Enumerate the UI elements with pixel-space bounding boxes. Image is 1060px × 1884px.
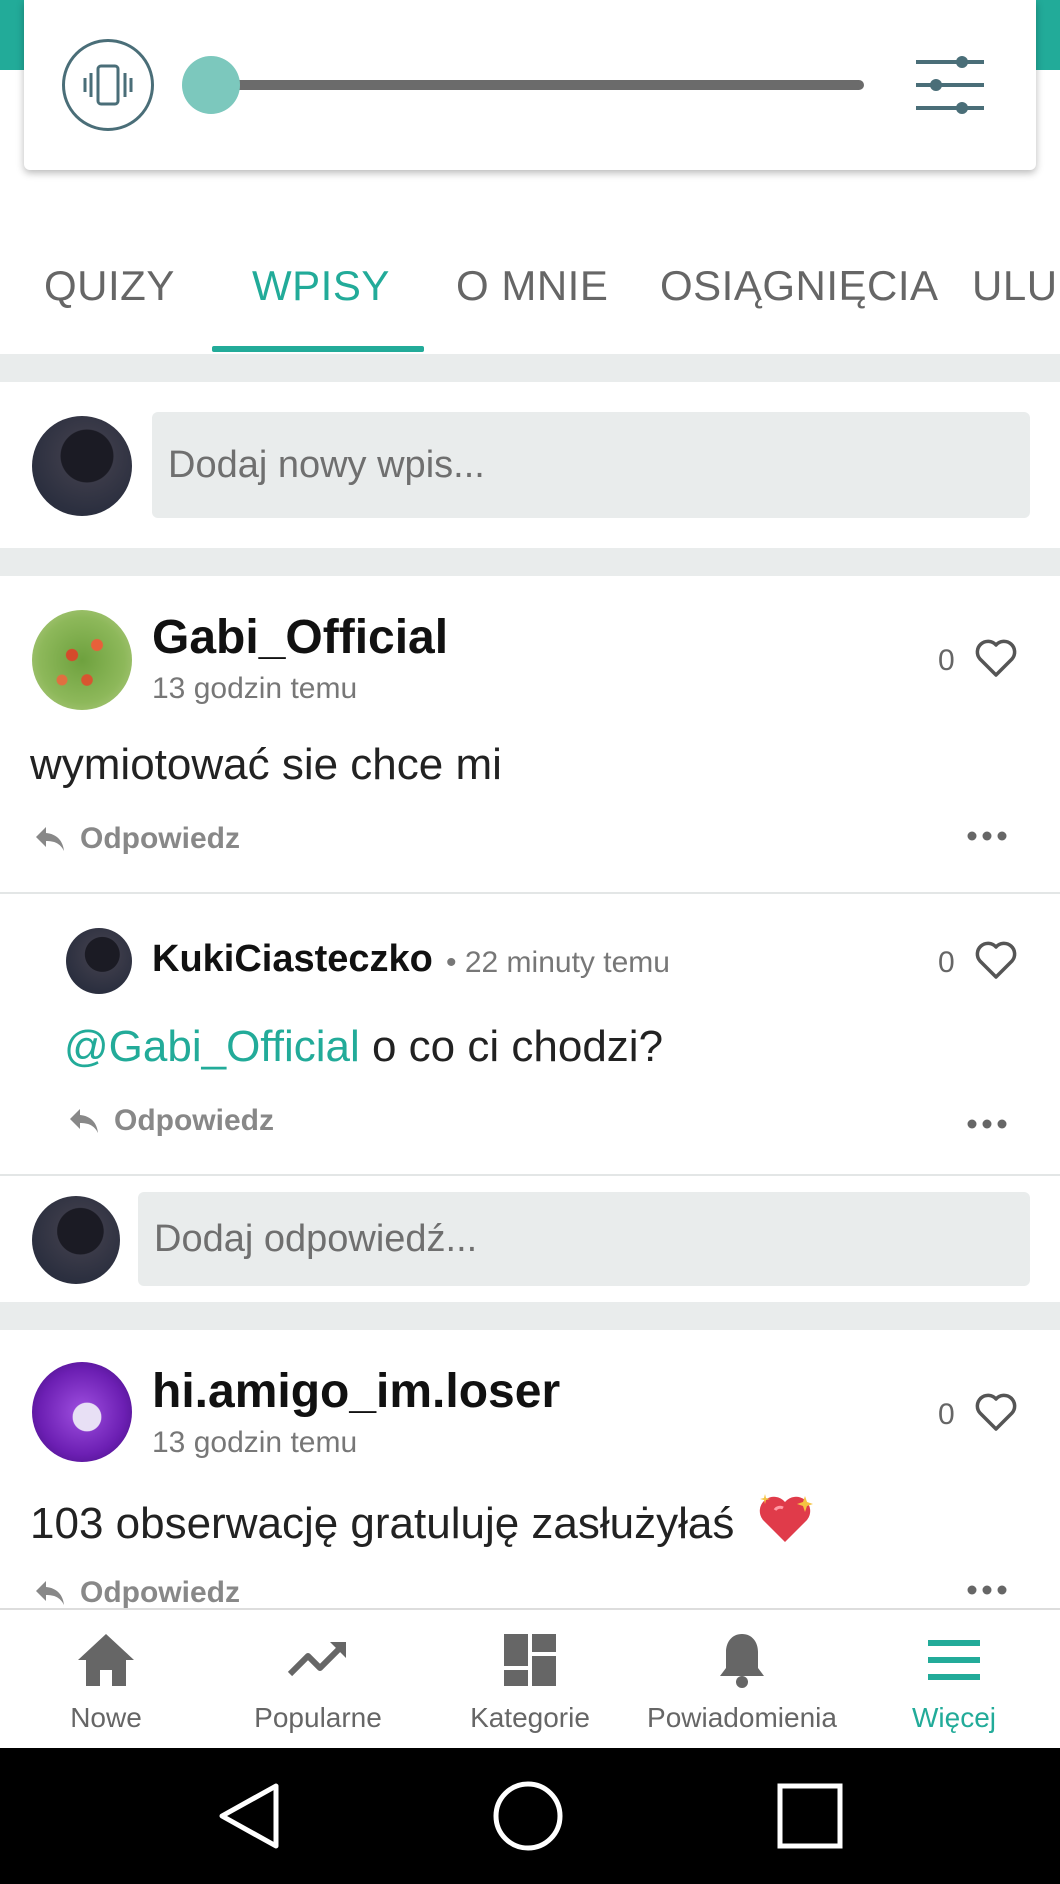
- tab-ulubione[interactable]: ULUI: [972, 262, 1060, 310]
- post-time: 13 godzin temu: [152, 672, 358, 705]
- back-icon[interactable]: [212, 1778, 288, 1854]
- volume-slider-track[interactable]: [214, 80, 864, 90]
- bell-icon: [720, 1634, 764, 1688]
- like-count: 0: [938, 946, 955, 979]
- like-count: 0: [938, 644, 955, 677]
- reply-label: Odpowiedz: [80, 1576, 240, 1608]
- heart-icon[interactable]: [974, 638, 1018, 678]
- heart-icon[interactable]: [974, 940, 1018, 980]
- reply-text: @Gabi_Official o co ci chodzi?: [64, 1022, 663, 1072]
- vibrate-icon: [83, 64, 133, 106]
- reply-card: KukiCiasteczko • 22 minuty temu 0 @Gabi_…: [0, 894, 1060, 1174]
- trending-icon: [287, 1642, 346, 1677]
- reply-icon: [36, 827, 64, 851]
- reply-button[interactable]: Odpowiedz: [68, 1104, 274, 1138]
- post-text: wymiotować sie chce mi: [30, 740, 502, 789]
- nav-label: Nowe: [70, 1702, 142, 1733]
- nav-label: Kategorie: [470, 1702, 590, 1733]
- dashboard-icon: [504, 1634, 556, 1686]
- nav-label: Popularne: [254, 1702, 382, 1733]
- tab-osiagniecia[interactable]: OSIĄGNIĘCIA: [660, 262, 939, 310]
- section-separator: [0, 354, 1060, 382]
- avatar[interactable]: [32, 416, 132, 516]
- avatar[interactable]: [32, 1196, 120, 1284]
- reply-label: Odpowiedz: [80, 822, 240, 855]
- volume-panel: [24, 0, 1036, 170]
- post-time: 13 godzin temu: [152, 1426, 358, 1459]
- profile-tabs: QUIZY WPISY O MNIE OSIĄGNIĘCIA ULUI: [0, 240, 1060, 354]
- more-options-icon[interactable]: [966, 1118, 1008, 1130]
- mention-link[interactable]: @Gabi_Official: [64, 1022, 360, 1071]
- tab-o-mnie[interactable]: O MNIE: [456, 262, 608, 310]
- home-icon: [78, 1634, 134, 1686]
- reply-time: • 22 minuty temu: [446, 946, 670, 979]
- reply-icon: [70, 1109, 98, 1133]
- reply-button[interactable]: Odpowiedz: [34, 822, 240, 856]
- recent-apps-icon[interactable]: [772, 1778, 848, 1854]
- section-separator: [0, 548, 1060, 576]
- section-separator: [0, 1302, 1060, 1330]
- volume-slider-thumb[interactable]: [182, 56, 240, 114]
- avatar[interactable]: [32, 610, 132, 710]
- post-username[interactable]: hi.amigo_im.loser: [152, 1364, 560, 1419]
- post-username[interactable]: Gabi_Official: [152, 610, 448, 665]
- reply-button[interactable]: Odpowiedz: [34, 1576, 240, 1608]
- system-navigation-bar: [0, 1748, 1060, 1884]
- vibrate-button[interactable]: [62, 39, 154, 131]
- equalizer-settings-icon[interactable]: [914, 52, 986, 118]
- new-post-input[interactable]: Dodaj nowy wpis...: [152, 412, 1030, 518]
- heart-icon[interactable]: [974, 1392, 1018, 1432]
- post-text: 103 obserwację gratuluję zasłużyłaś: [30, 1492, 815, 1549]
- reply-icon: [36, 1581, 64, 1605]
- post-card: hi.amigo_im.loser 13 godzin temu 0 103 o…: [0, 1330, 1060, 1608]
- nav-wiecej[interactable]: Więcej: [848, 1610, 1060, 1750]
- avatar[interactable]: [32, 1362, 132, 1462]
- sparkling-heart-icon: [759, 1494, 813, 1542]
- nav-label: Powiadomienia: [647, 1702, 837, 1733]
- avatar[interactable]: [66, 928, 132, 994]
- new-post-placeholder: Dodaj nowy wpis...: [168, 443, 485, 486]
- menu-icon: [928, 1640, 980, 1680]
- nav-powiadomienia[interactable]: Powiadomienia: [636, 1610, 848, 1750]
- reply-input[interactable]: Dodaj odpowiedź...: [138, 1192, 1030, 1286]
- nav-kategorie[interactable]: Kategorie: [424, 1610, 636, 1750]
- post-card: Gabi_Official 13 godzin temu 0 wymiotowa…: [0, 576, 1060, 892]
- active-tab-indicator: [212, 346, 424, 352]
- like-count: 0: [938, 1398, 955, 1431]
- home-circle-icon[interactable]: [490, 1778, 566, 1854]
- tab-quizy[interactable]: QUIZY: [44, 262, 175, 310]
- more-options-icon[interactable]: [966, 830, 1008, 842]
- reply-label: Odpowiedz: [114, 1104, 274, 1137]
- more-options-icon[interactable]: [966, 1584, 1008, 1596]
- reply-username[interactable]: KukiCiasteczko: [152, 938, 433, 981]
- nav-popularne[interactable]: Popularne: [212, 1610, 424, 1750]
- reply-body: o co ci chodzi?: [359, 1022, 664, 1071]
- tab-wpisy[interactable]: WPISY: [252, 262, 390, 310]
- bottom-navigation: Nowe Popularne Kategorie Powiadomienia W…: [0, 1608, 1060, 1748]
- reply-placeholder: Dodaj odpowiedź...: [154, 1217, 478, 1260]
- nav-nowe[interactable]: Nowe: [0, 1610, 212, 1750]
- nav-label: Więcej: [911, 1702, 996, 1733]
- post-text-body: 103 obserwację gratuluję zasłużyłaś: [30, 1499, 735, 1548]
- reply-composer: Dodaj odpowiedź...: [0, 1176, 1060, 1302]
- new-post-composer: Dodaj nowy wpis...: [0, 382, 1060, 548]
